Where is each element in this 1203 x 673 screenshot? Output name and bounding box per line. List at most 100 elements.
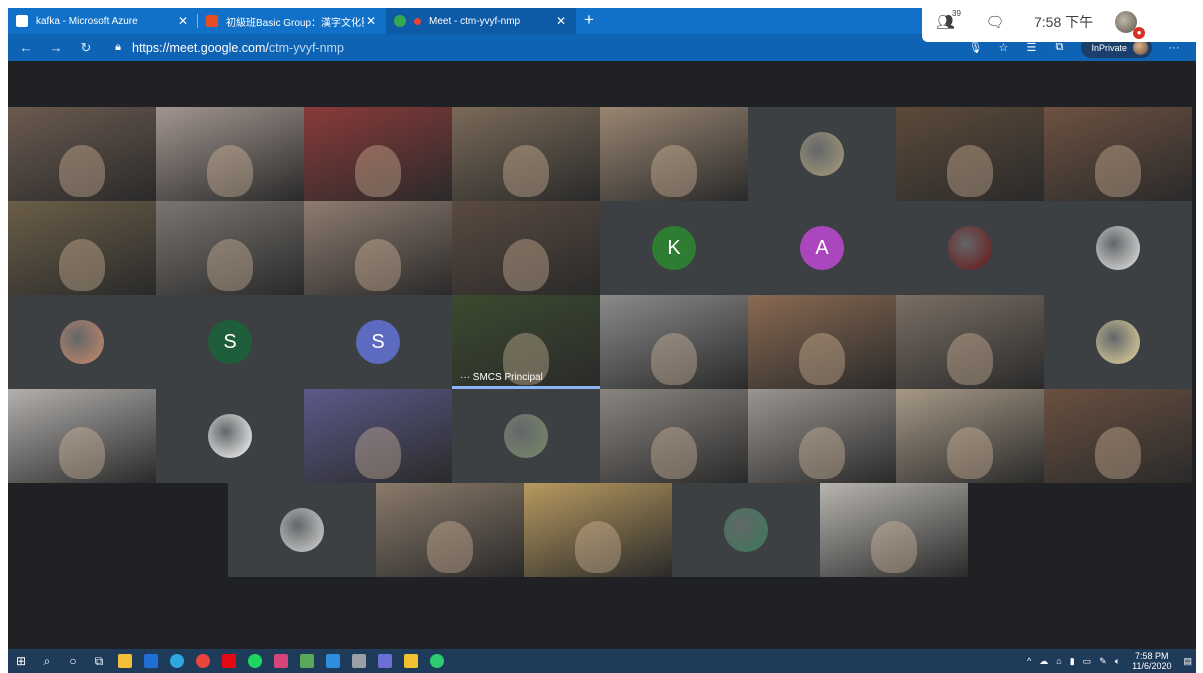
refresh-icon[interactable]: ↻: [74, 40, 98, 56]
tab-meet[interactable]: Meet - ctm-yvyf-nmp ✕: [386, 8, 576, 34]
participant-tile[interactable]: [8, 107, 156, 201]
participant-photo-avatar: [1096, 320, 1140, 364]
action-center-icon[interactable]: ▤: [1183, 656, 1192, 667]
participant-tile[interactable]: S: [304, 295, 452, 389]
url-field[interactable]: https://meet.google.com/ctm-yvyf-nmp: [132, 41, 344, 55]
pen-icon[interactable]: ✎: [1099, 656, 1107, 667]
participant-tile[interactable]: A: [748, 201, 896, 295]
puzzle-app-icon[interactable]: [398, 649, 424, 673]
participant-tile[interactable]: [672, 483, 820, 577]
search-icon[interactable]: ⌕: [34, 649, 60, 673]
participant-tile[interactable]: [748, 295, 896, 389]
participant-photo-avatar: [724, 508, 768, 552]
participant-tile[interactable]: [452, 389, 600, 483]
more-menu-icon[interactable]: ···: [1160, 42, 1188, 54]
participant-tile[interactable]: [600, 389, 748, 483]
network-icon[interactable]: ⌂: [1056, 656, 1061, 666]
participant-tile[interactable]: [748, 389, 896, 483]
cortana-icon[interactable]: ○: [60, 649, 86, 673]
volume-icon[interactable]: 🔈︎: [1115, 656, 1120, 667]
teams-icon[interactable]: [372, 649, 398, 673]
participant-tile[interactable]: [896, 389, 1044, 483]
chat-icon[interactable]: 🗨︎: [980, 13, 1010, 31]
forward-arrow-icon[interactable]: →: [44, 40, 68, 55]
chrome-icon[interactable]: [190, 649, 216, 673]
participant-tile[interactable]: [452, 201, 600, 295]
edge-icon[interactable]: [164, 649, 190, 673]
participant-video-feed: [503, 238, 549, 291]
participant-tile[interactable]: [896, 107, 1044, 201]
self-avatar[interactable]: ●: [1115, 11, 1146, 39]
mic-indicator-icon[interactable]: 🎙︎: [961, 41, 989, 54]
image-app-icon[interactable]: [294, 649, 320, 673]
meet-favicon-icon: [394, 15, 406, 27]
people-icon[interactable]: 👥︎ 39: [936, 9, 966, 31]
participant-tile[interactable]: [896, 201, 1044, 295]
tab-basic-group[interactable]: 初級班Basic Group：漢字文化影 ✕: [198, 8, 386, 34]
collections-icon[interactable]: ⧉: [1045, 41, 1073, 54]
participant-video-feed: [799, 426, 845, 479]
participant-tile[interactable]: [228, 483, 376, 577]
close-tab-icon[interactable]: ✕: [176, 14, 190, 28]
favorites-list-icon[interactable]: ☰: [1017, 41, 1045, 54]
close-tab-icon[interactable]: ✕: [554, 14, 568, 28]
notification-badge: ●: [1133, 27, 1146, 39]
onedrive-icon[interactable]: ☁: [1039, 656, 1048, 667]
taskbar-clock[interactable]: 7:58 PM 11/6/2020: [1128, 651, 1175, 671]
participant-tile[interactable]: [896, 295, 1044, 389]
outlook-icon[interactable]: [138, 649, 164, 673]
task-view-icon[interactable]: ⧉: [86, 649, 112, 673]
new-tab-button[interactable]: +: [576, 8, 602, 34]
meet-header-panel: 👥︎ 39 🗨︎ 7:58 下午 ●: [922, 2, 1196, 42]
participant-tile[interactable]: [600, 295, 748, 389]
usb-icon[interactable]: ▮: [1070, 656, 1075, 667]
participant-video-feed: [207, 144, 253, 197]
azure-favicon-icon: [16, 15, 28, 27]
tab-title: kafka - Microsoft Azure: [36, 15, 138, 27]
participant-tile[interactable]: [748, 107, 896, 201]
media-app-icon[interactable]: [268, 649, 294, 673]
leaf-app-icon[interactable]: [424, 649, 450, 673]
tab-azure[interactable]: kafka - Microsoft Azure ✕: [8, 8, 198, 34]
participant-tile[interactable]: S: [156, 295, 304, 389]
terminal-icon[interactable]: [346, 649, 372, 673]
spotify-icon[interactable]: [242, 649, 268, 673]
participant-initial-avatar: A: [800, 226, 844, 270]
participant-video-feed: [427, 520, 473, 573]
participant-tile[interactable]: [452, 107, 600, 201]
participant-tile[interactable]: [1044, 107, 1192, 201]
participant-tile[interactable]: [820, 483, 968, 577]
vscode-icon[interactable]: [320, 649, 346, 673]
participant-video-feed: [207, 238, 253, 291]
participant-tile[interactable]: [376, 483, 524, 577]
battery-icon[interactable]: ▭: [1083, 656, 1092, 667]
participant-tile[interactable]: [304, 389, 452, 483]
participant-tile[interactable]: [304, 201, 452, 295]
system-tray: ^ ☁ ⌂ ▮ ▭ ✎ 🔈︎ 7:58 PM 11/6/2020 ▤: [1023, 651, 1196, 671]
participant-tile[interactable]: [1044, 201, 1192, 295]
participant-tile[interactable]: [304, 107, 452, 201]
participant-tile[interactable]: ··· SMCS Principal: [452, 295, 600, 389]
participant-photo-avatar: [800, 132, 844, 176]
back-arrow-icon[interactable]: ←: [14, 40, 38, 55]
participant-tile[interactable]: K: [600, 201, 748, 295]
favorite-star-icon[interactable]: ☆: [989, 41, 1017, 54]
participant-tile[interactable]: [600, 107, 748, 201]
taskbar-date: 11/6/2020: [1132, 661, 1172, 671]
participant-tile[interactable]: [8, 295, 156, 389]
participant-tile[interactable]: [1044, 389, 1192, 483]
participant-tile[interactable]: [8, 201, 156, 295]
lock-icon[interactable]: 🔒︎: [108, 41, 128, 54]
participant-tile[interactable]: [1044, 295, 1192, 389]
show-hidden-icon[interactable]: ^: [1027, 656, 1031, 666]
meeting-clock: 7:58 下午: [1034, 14, 1094, 30]
participant-tile[interactable]: [156, 389, 304, 483]
participant-tile[interactable]: [8, 389, 156, 483]
file-explorer-icon[interactable]: [112, 649, 138, 673]
participant-tile[interactable]: [524, 483, 672, 577]
windows-start-icon[interactable]: ⊞: [8, 649, 34, 673]
netflix-icon[interactable]: [216, 649, 242, 673]
participant-tile[interactable]: [156, 107, 304, 201]
close-tab-icon[interactable]: ✕: [364, 14, 378, 28]
participant-tile[interactable]: [156, 201, 304, 295]
